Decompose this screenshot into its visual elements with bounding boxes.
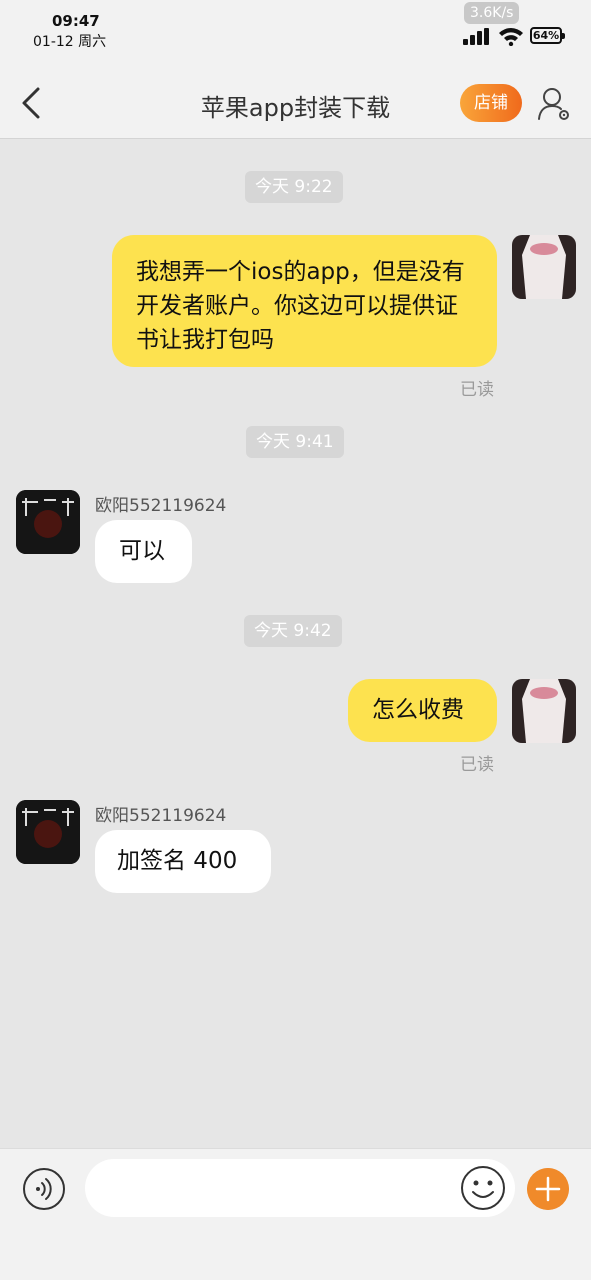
emoji-icon[interactable] [460,1165,506,1211]
contact-avatar[interactable] [16,800,80,864]
status-bar: 09:47 01-12 周六 3.6K/s 64% [0,0,591,60]
battery-indicator: 64% [530,27,565,44]
contact-avatar[interactable] [16,490,80,554]
status-time: 09:47 [52,12,100,30]
sender-name: 欧阳552119624 [95,806,227,826]
avatar-image [512,679,576,743]
my-avatar[interactable] [512,235,576,299]
shop-button[interactable]: 店铺 [460,84,522,122]
voice-icon[interactable] [22,1167,66,1211]
read-receipt: 已读 [460,380,494,400]
net-speed-badge: 3.6K/s [464,2,520,24]
read-receipt: 已读 [460,755,494,775]
message-input[interactable] [85,1159,515,1217]
wifi-icon [499,28,523,46]
avatar-image [16,800,80,864]
message-input-bar [0,1148,591,1280]
chat-header: 苹果app封装下载 店铺 [0,60,591,139]
plus-icon[interactable] [527,1168,569,1210]
message-bubble-incoming[interactable]: 加签名 400 [95,830,271,893]
signal-icon [463,28,489,45]
timestamp: 今天 9:42 [244,615,342,647]
message-bubble-outgoing[interactable]: 我想弄一个ios的app，但是没有开发者账户。你这边可以提供证书让我打包吗 [112,235,497,367]
avatar-image [16,490,80,554]
my-avatar[interactable] [512,679,576,743]
timestamp: 今天 9:41 [246,426,344,458]
sender-name: 欧阳552119624 [95,496,227,516]
timestamp: 今天 9:22 [245,171,343,203]
status-date: 01-12 周六 [33,34,107,50]
message-bubble-outgoing[interactable]: 怎么收费 [348,679,497,742]
user-settings-icon[interactable] [537,86,571,122]
avatar-image [512,235,576,299]
message-bubble-incoming[interactable]: 可以 [95,520,192,583]
